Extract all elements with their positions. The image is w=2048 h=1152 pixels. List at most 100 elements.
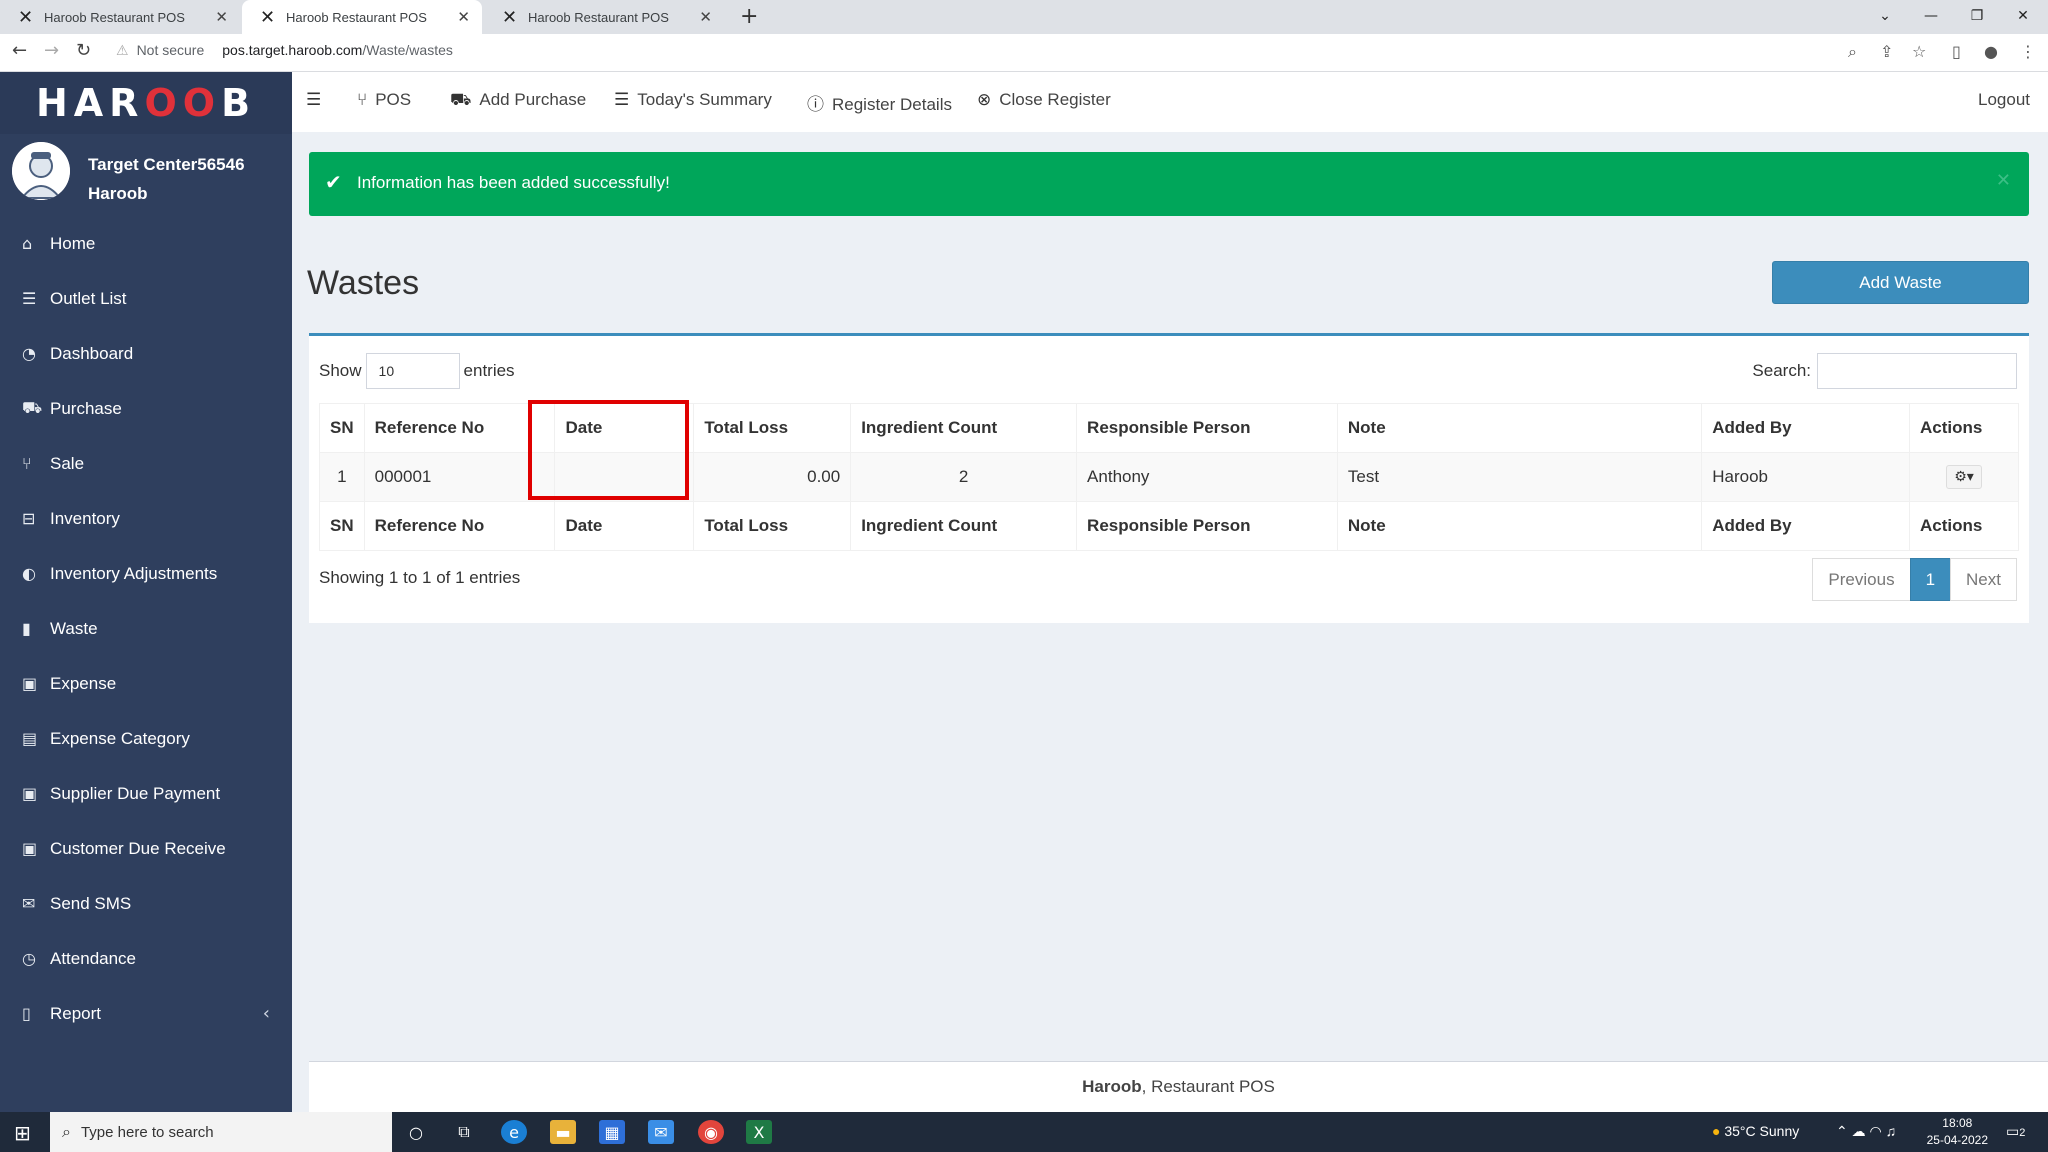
url-path: /Waste/wastes (362, 42, 453, 58)
url-field[interactable]: ⚠ Not secure pos.target.haroob.com/Waste/w… (116, 42, 453, 59)
sidebar-item-purchase[interactable]: ⛟ Purchase (0, 381, 292, 436)
reload-icon[interactable]: ↻ (76, 40, 91, 61)
sidebar-item-attendance[interactable]: ◷ Attendance (0, 931, 292, 986)
search-input[interactable] (1817, 353, 2017, 389)
side-panel-icon[interactable]: ▯ (1952, 42, 1961, 61)
money-icon: ▣ (22, 839, 38, 858)
nav-pos[interactable]: ⑂ POS (357, 90, 411, 110)
sidebar-item-expense[interactable]: ▣ Expense (0, 656, 292, 711)
browser-tab-active[interactable]: ✕ Haroob Restaurant POS ✕ (242, 0, 482, 34)
actions-gear-dropdown-icon[interactable]: ⚙▾ (1946, 465, 1982, 489)
sidebar-toggle-icon[interactable]: ☰ (306, 90, 329, 110)
not-secure-label: Not secure (136, 42, 205, 58)
col-actions: Actions (1909, 403, 2019, 453)
back-icon[interactable]: ← (12, 40, 27, 61)
profile-icon[interactable]: ● (1984, 42, 1998, 61)
page-title: Wastes (307, 264, 420, 302)
cortana-icon[interactable]: ○ (403, 1120, 429, 1144)
forward-icon[interactable]: → (44, 40, 59, 61)
chevron-left-icon: ‹ (262, 1003, 270, 1024)
foot-total-loss: Total Loss (693, 501, 852, 551)
share-icon[interactable]: ⇪ (1880, 42, 1893, 61)
cell-reference-no: 000001 (363, 452, 556, 502)
windows-start-icon[interactable]: ⊞ (14, 1121, 31, 1145)
sidebar-item-dashboard[interactable]: ◔ Dashboard (0, 326, 292, 381)
next-page-button[interactable]: Next (1950, 558, 2017, 601)
tray-icons[interactable]: ⌃ ☁ ◠ ♫ (1836, 1123, 1896, 1140)
logo-bar[interactable]: HAROOB (0, 72, 292, 134)
avatar (12, 142, 70, 200)
cell-sn: 1 (319, 452, 365, 502)
truck-icon: ⛟ (22, 398, 43, 417)
browser-tab[interactable]: ✕ Haroob Restaurant POS ✕ (0, 0, 240, 34)
minimize-icon[interactable]: — (1908, 0, 1954, 32)
close-tab-icon[interactable]: ✕ (215, 8, 228, 26)
nav-register-details[interactable]: ⓘ Register Details (807, 90, 952, 115)
file-explorer-icon[interactable]: ▬ (550, 1120, 576, 1144)
chrome-icon[interactable]: ◉ (698, 1120, 724, 1144)
nav-close-register[interactable]: ⊗ Close Register (977, 90, 1111, 110)
sidebar-item-send-sms[interactable]: ✉ Send SMS (0, 876, 292, 931)
col-total-loss[interactable]: Total Loss (693, 403, 852, 453)
notifications-icon[interactable]: ▭2 (2006, 1123, 2025, 1140)
bookmark-star-icon[interactable]: ☆ (1912, 42, 1926, 61)
close-tab-icon[interactable]: ✕ (699, 8, 712, 26)
excel-icon[interactable]: X (746, 1120, 772, 1144)
cell-ingredient-count: 2 (850, 452, 1078, 502)
store-icon[interactable]: ▦ (599, 1120, 625, 1144)
add-waste-button[interactable]: Add Waste (1772, 261, 2029, 304)
sidebar-item-waste[interactable]: ▮ Waste (0, 601, 292, 656)
file-icon: ▯ (22, 1004, 31, 1023)
restore-icon[interactable]: ❐ (1954, 0, 2000, 32)
haroob-favicon-icon: ✕ (502, 6, 518, 28)
new-tab-icon[interactable]: + (740, 4, 758, 29)
col-added-by[interactable]: Added By (1701, 403, 1910, 453)
footer-text: , Restaurant POS (1141, 1077, 1275, 1096)
taskbar-clock[interactable]: 18:08 25-04-2022 (1927, 1115, 1988, 1149)
browser-tab[interactable]: ✕ Haroob Restaurant POS ✕ (484, 0, 724, 34)
truck-icon: ⛟ (450, 90, 472, 110)
col-responsible-person[interactable]: Responsible Person (1076, 403, 1338, 453)
success-alert: ✔ Information has been added successfull… (309, 152, 2029, 216)
col-ingredient-count[interactable]: Ingredient Count (850, 403, 1078, 453)
tab-search-icon[interactable]: ⌄ (1862, 0, 1908, 32)
page-1-button[interactable]: 1 (1909, 558, 1952, 601)
sidebar-item-inventory-adjustments[interactable]: ◐ Inventory Adjustments (0, 546, 292, 601)
sidebar-item-expense-category[interactable]: ▤ Expense Category (0, 711, 292, 766)
clock-date: 25-04-2022 (1926, 1133, 1988, 1147)
nav-add-purchase[interactable]: ⛟ Add Purchase (450, 90, 586, 112)
close-window-icon[interactable]: ✕ (2000, 0, 2046, 32)
taskbar-search[interactable]: ⌕ Type here to search (50, 1112, 392, 1152)
mail-icon[interactable]: ✉ (648, 1120, 674, 1144)
zoom-icon[interactable]: ⌕ (1848, 42, 1857, 62)
inbox-icon: ⊟ (22, 509, 36, 528)
user-panel: Target Center56546 Haroob (0, 134, 292, 216)
logout-link[interactable]: Logout (1978, 90, 2030, 110)
menu-kebab-icon[interactable]: ⋮ (2020, 42, 2036, 61)
col-reference-no[interactable]: Reference No (363, 403, 556, 453)
sun-icon: ● (1712, 1123, 1721, 1139)
sidebar-item-inventory[interactable]: ⊟ Inventory (0, 491, 292, 546)
sidebar-item-sale[interactable]: ⑂ Sale (0, 436, 292, 491)
col-sn[interactable]: SN (319, 403, 365, 453)
edge-icon[interactable]: e (501, 1120, 527, 1144)
weather-widget[interactable]: ● 35°C Sunny (1712, 1123, 1799, 1139)
page-length-select[interactable]: 10 (365, 353, 460, 389)
previous-page-button[interactable]: Previous (1812, 558, 1911, 601)
foot-added-by: Added By (1701, 501, 1910, 551)
sidebar-item-customer-due-receive[interactable]: ▣ Customer Due Receive (0, 821, 292, 876)
entries-label: entries (463, 361, 515, 380)
list-alt-icon: ▤ (22, 729, 38, 748)
task-view-icon[interactable]: ⧉ (451, 1120, 477, 1144)
close-alert-icon[interactable]: ✕ (1996, 170, 2011, 191)
sidebar-item-supplier-due-payment[interactable]: ▣ Supplier Due Payment (0, 766, 292, 821)
cell-total-loss: 0.00 (693, 452, 852, 502)
info-icon: ⓘ (807, 95, 824, 115)
show-label: Show (319, 361, 362, 380)
sidebar-item-outlet-list[interactable]: ☰ Outlet List (0, 271, 292, 326)
sidebar-item-report[interactable]: ▯ Report ‹ (0, 986, 292, 1041)
nav-todays-summary[interactable]: ☰ Today's Summary (614, 90, 772, 110)
close-tab-icon[interactable]: ✕ (457, 8, 470, 26)
sidebar-item-home[interactable]: ⌂ Home (0, 216, 292, 271)
col-note[interactable]: Note (1336, 403, 1703, 453)
